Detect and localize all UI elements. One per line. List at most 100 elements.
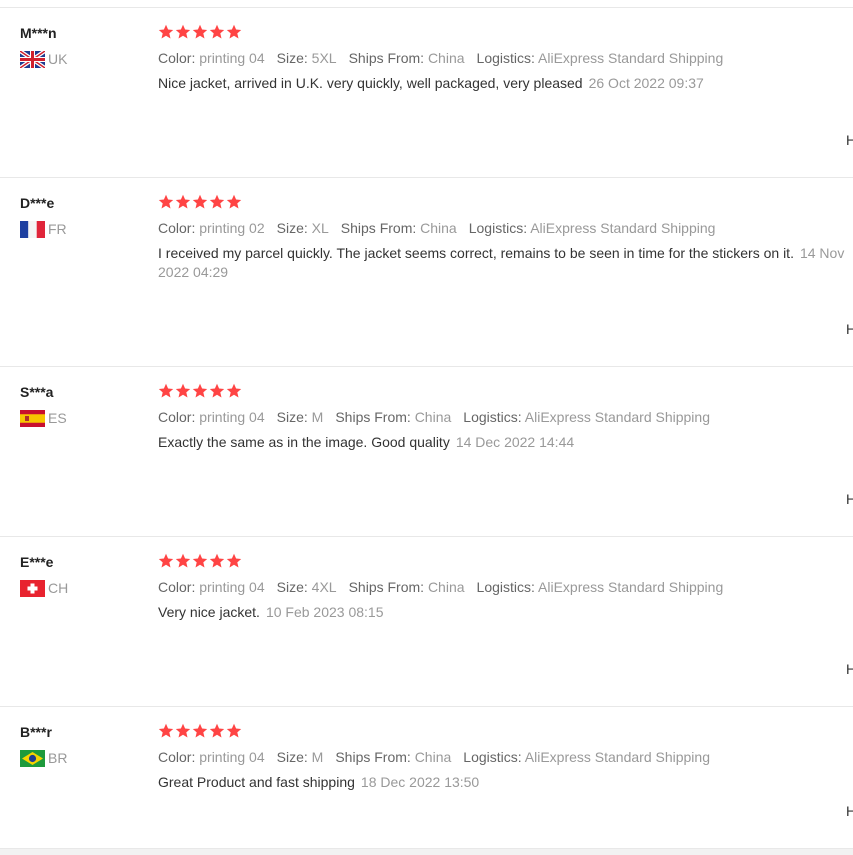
attr-color: Color: printing 02 (158, 220, 265, 236)
reviewer-country: BR (20, 749, 140, 767)
reviewer-name: D***e (20, 195, 55, 211)
star-rating (158, 194, 853, 214)
country-code: UK (48, 51, 68, 67)
attr-logistics-value: AliExpress Standard Shipping (538, 579, 724, 595)
review-body: Color: printing 04 Size: 5XL Ships From: C… (158, 24, 853, 93)
star-icon (175, 723, 191, 739)
reviewer-info: S***a ES (20, 383, 140, 427)
attr-ships-from-label: Ships From: (348, 579, 425, 595)
attr-size-value: XL (311, 220, 329, 236)
star-icon (158, 723, 174, 739)
helpful-button[interactable]: H (846, 321, 853, 337)
order-attributes: Color: printing 04 Size: M Ships From: Chi… (158, 407, 853, 427)
review-content: Very nice jacket. (158, 604, 260, 620)
review-item: M***n UK Color: printing 04 Size: 5XL Ships … (0, 8, 853, 178)
reviewer-name: S***a (20, 384, 54, 400)
review-item: D***e FR Color: printing 02 Size: XL Ships F… (0, 178, 853, 367)
helpful-button[interactable]: H (846, 491, 853, 507)
review-date: 26 Oct 2022 09:37 (588, 75, 704, 91)
star-icon (226, 723, 242, 739)
attr-ships-from: Ships From: China (349, 579, 465, 595)
helpful-button[interactable]: H (846, 803, 853, 819)
attr-ships-from: Ships From: China (349, 50, 465, 66)
reviewer-country: UK (20, 50, 140, 68)
country-code: FR (48, 221, 67, 237)
review-item: B***r BR Color: printing 04 Size: M Ships Fr… (0, 707, 853, 849)
star-icon (175, 194, 191, 210)
star-icon (175, 553, 191, 569)
attr-ships-from-value: China (414, 749, 452, 765)
attr-size-label: Size: (276, 50, 308, 66)
helpful-button[interactable]: H (846, 132, 853, 148)
star-icon (175, 24, 191, 40)
flag-fr-icon (20, 220, 45, 238)
star-icon (209, 24, 225, 40)
attr-ships-from-label: Ships From: (340, 220, 417, 236)
attr-ships-from: Ships From: China (335, 749, 451, 765)
attr-size: Size: 5XL (277, 50, 337, 66)
review-body: Color: printing 04 Size: M Ships From: Chi… (158, 383, 853, 452)
review-item: E***e CH Color: printing 04 Size: 4XL Ships … (0, 537, 853, 707)
attr-size: Size: 4XL (277, 579, 337, 595)
reviewer-name: E***e (20, 554, 54, 570)
bottom-edge (0, 849, 853, 855)
attr-color-value: printing 04 (199, 749, 265, 765)
order-attributes: Color: printing 04 Size: M Ships From: Chi… (158, 747, 853, 767)
attr-color-label: Color: (158, 409, 196, 425)
attr-size-label: Size: (276, 579, 308, 595)
reviewer-country: FR (20, 220, 140, 238)
star-icon (158, 553, 174, 569)
star-icon (158, 24, 174, 40)
flag-br-icon (20, 749, 45, 767)
attr-color-value: printing 02 (199, 220, 265, 236)
review-date: 10 Feb 2023 08:15 (265, 604, 384, 620)
attr-ships-from-label: Ships From: (335, 409, 411, 425)
review-item: S***a ES Color: printing 04 Size: M Ships Fr… (0, 367, 853, 537)
country-code: CH (48, 580, 69, 596)
attr-logistics: Logistics: AliExpress Standard Shipping (463, 749, 710, 765)
star-icon (209, 723, 225, 739)
attr-ships-from-value: China (427, 579, 465, 595)
attr-color: Color: printing 04 (158, 50, 265, 66)
star-rating (158, 553, 853, 573)
reviewer-name: M***n (20, 25, 57, 41)
attr-ships-from-label: Ships From: (335, 749, 411, 765)
attr-color-value: printing 04 (199, 579, 265, 595)
reviewer-country: CH (20, 579, 140, 597)
attr-size-value: 5XL (311, 50, 337, 66)
flag-es-icon (20, 409, 45, 427)
attr-logistics: Logistics: AliExpress Standard Shipping (477, 50, 724, 66)
review-text: Exactly the same as in the image. Good q… (158, 433, 853, 452)
attr-ships-from-value: China (420, 220, 457, 236)
star-icon (192, 383, 208, 399)
attr-logistics: Logistics: AliExpress Standard Shipping (477, 579, 724, 595)
attr-color-value: printing 04 (199, 50, 265, 66)
star-icon (226, 383, 242, 399)
attr-color-label: Color: (158, 50, 196, 66)
star-icon (175, 383, 191, 399)
star-icon (209, 553, 225, 569)
attr-color: Color: printing 04 (158, 579, 265, 595)
country-code: ES (48, 410, 67, 426)
star-icon (192, 194, 208, 210)
review-body: Color: printing 04 Size: 4XL Ships From: C… (158, 553, 853, 622)
attr-ships-from-label: Ships From: (348, 50, 425, 66)
flag-uk-icon (20, 50, 45, 68)
attr-ships-from-value: China (414, 409, 452, 425)
review-content: Great Product and fast shipping (158, 774, 355, 790)
attr-logistics-label: Logistics: (476, 50, 535, 66)
review-date: 18 Dec 2022 13:50 (360, 774, 480, 790)
attr-size-value: 4XL (311, 579, 337, 595)
star-icon (192, 553, 208, 569)
helpful-button[interactable]: H (846, 661, 853, 677)
review-text: Nice jacket, arrived in U.K. very quickl… (158, 74, 853, 93)
attr-logistics: Logistics: AliExpress Standard Shipping (463, 409, 710, 425)
star-icon (192, 24, 208, 40)
flag-ch-icon (20, 579, 45, 597)
country-code: BR (48, 750, 68, 766)
reviewer-info: M***n UK (20, 24, 140, 68)
attr-ships-from: Ships From: China (341, 220, 457, 236)
star-icon (158, 383, 174, 399)
attr-logistics-value: AliExpress Standard Shipping (524, 749, 710, 765)
attr-logistics-label: Logistics: (463, 409, 522, 425)
